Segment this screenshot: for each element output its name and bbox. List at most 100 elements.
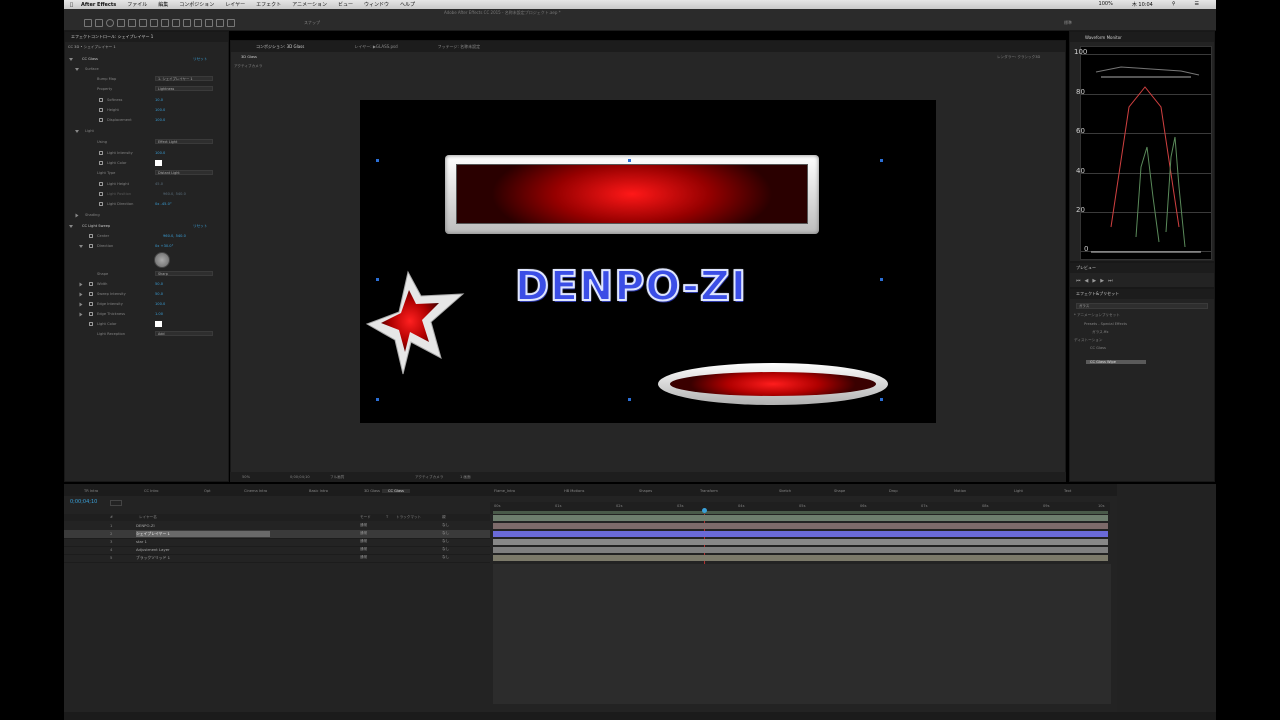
track-bar[interactable]: [493, 539, 1108, 545]
rotate-tool-icon[interactable]: [117, 19, 125, 27]
reset-cc-light-sweep[interactable]: リセット: [193, 224, 207, 229]
timeline-tab[interactable]: Opt: [204, 489, 211, 493]
star-shape[interactable]: [363, 268, 467, 376]
eraser-tool-icon[interactable]: [205, 19, 213, 27]
canvas-text-layer[interactable]: DENPO-ZI: [514, 261, 747, 311]
effects-item-selected[interactable]: CC Glass Wipe: [1086, 360, 1146, 364]
shape-select[interactable]: Sharp: [155, 271, 213, 276]
work-area-bar[interactable]: [493, 511, 1108, 514]
chevron-down-icon[interactable]: [75, 130, 79, 133]
edge-intensity-value[interactable]: 100.0: [155, 302, 165, 306]
layer-parent[interactable]: なし: [442, 555, 449, 560]
menu-effect[interactable]: エフェクト: [256, 1, 281, 8]
softness-value[interactable]: 10.0: [155, 98, 163, 102]
height-value[interactable]: 100.0: [155, 108, 165, 112]
timeline-tab[interactable]: Motion: [954, 489, 966, 493]
search-icon[interactable]: ⚲: [1172, 1, 1176, 8]
bump-map-select[interactable]: 1. シェイプレイヤー 1: [155, 76, 213, 81]
timeline-tab[interactable]: Drop: [889, 489, 898, 493]
timeline-tab[interactable]: Shapes: [639, 489, 652, 493]
time-ruler[interactable]: 00s 01s 02s 03s 04s 05s 06s 07s 08s 09s …: [490, 502, 1110, 514]
shape-tool-icon[interactable]: [150, 19, 158, 27]
camera-view[interactable]: アクティブカメラ: [415, 475, 443, 480]
property-select[interactable]: Lightness: [155, 86, 213, 91]
viewer-tab-label[interactable]: 3D Glass: [241, 55, 257, 59]
workspace-select[interactable]: 標準: [1064, 20, 1072, 26]
chevron-right-icon[interactable]: [79, 292, 83, 297]
light-color-swatch[interactable]: [155, 160, 162, 166]
stopwatch-icon[interactable]: [89, 244, 93, 248]
stopwatch-icon[interactable]: [99, 118, 103, 122]
bounding-handle[interactable]: [376, 398, 379, 401]
tab-effect-controls[interactable]: エフェクトコントロール: シェイプレイヤー 1: [71, 34, 153, 40]
timeline-tab[interactable]: 3D Glass: [364, 489, 380, 493]
timeline-tab[interactable]: Sketch: [779, 489, 791, 493]
snap-label[interactable]: スナップ: [304, 20, 320, 26]
menu-view[interactable]: ビュー: [338, 1, 353, 8]
edge-thickness-value[interactable]: 1.00: [155, 312, 163, 316]
track-bar[interactable]: [493, 547, 1108, 553]
timeline-tab-active[interactable]: CC Glass: [382, 489, 410, 493]
layer-parent[interactable]: なし: [442, 539, 449, 544]
chevron-right-icon[interactable]: [79, 282, 83, 287]
pen-tool-icon[interactable]: [161, 19, 169, 27]
tab-composition[interactable]: コンポジション: 3D Glass: [256, 44, 304, 50]
tab-footage[interactable]: フッテージ: 名称未設定: [438, 44, 481, 50]
timeline-search-input[interactable]: [110, 500, 122, 506]
stopwatch-icon[interactable]: [89, 312, 93, 316]
layer-name[interactable]: Adjustment Layer: [136, 547, 170, 552]
timeline-tab[interactable]: Shape: [834, 489, 845, 493]
bounding-handle[interactable]: [628, 398, 631, 401]
app-menu[interactable]: After Effects: [81, 2, 116, 8]
layer-name[interactable]: シェイプレイヤー 1: [136, 531, 270, 537]
list-icon[interactable]: ☰: [1195, 1, 1199, 8]
chevron-down-icon[interactable]: [69, 225, 73, 228]
reset-cc-glass[interactable]: リセット: [193, 57, 207, 62]
tab-effects-presets[interactable]: エフェクト&プリセット: [1076, 291, 1119, 297]
bounding-handle[interactable]: [376, 278, 379, 281]
using-select[interactable]: Effect Light: [155, 139, 213, 144]
sweep-light-color-swatch[interactable]: [155, 321, 162, 327]
menu-help[interactable]: ヘルプ: [400, 1, 415, 8]
layer-row[interactable]: 5 ブラックソリッド 1 通常 なし: [64, 554, 490, 563]
timeline-tab[interactable]: Text: [1064, 489, 1071, 493]
stopwatch-icon[interactable]: [99, 108, 103, 112]
displacement-value[interactable]: 100.0: [155, 118, 165, 122]
sweep-intensity-value[interactable]: 50.0: [155, 292, 163, 296]
menu-animation[interactable]: アニメーション: [292, 1, 327, 8]
timeline-tab[interactable]: TR Intro: [84, 489, 98, 493]
effects-item[interactable]: ガラス.ffx: [1092, 330, 1108, 335]
timeline-tab[interactable]: CC Intro: [144, 489, 159, 493]
layer-name[interactable]: star 1: [136, 539, 147, 544]
timeline-tab[interactable]: Basic Intro: [309, 489, 328, 493]
timeline-tab[interactable]: HB Motions: [564, 489, 584, 493]
menu-window[interactable]: ウィンドウ: [364, 1, 389, 8]
zoom-level[interactable]: 50%: [242, 475, 250, 479]
light-direction-value[interactable]: 0x -45.0°: [155, 202, 172, 206]
brush-tool-icon[interactable]: [183, 19, 191, 27]
light-height-value[interactable]: 45.0: [155, 182, 163, 186]
apple-icon[interactable]: : [70, 2, 73, 8]
light-type-select[interactable]: Distant Light: [155, 170, 213, 175]
timeline-tab[interactable]: Flame_Intro: [494, 489, 515, 493]
next-frame-icon[interactable]: ▶: [1100, 278, 1104, 284]
playhead-marker[interactable]: [702, 508, 707, 513]
glass-oval[interactable]: [658, 363, 888, 405]
bounding-handle[interactable]: [880, 398, 883, 401]
current-time[interactable]: 0;00;04;10: [290, 475, 310, 479]
stopwatch-icon[interactable]: [89, 234, 93, 238]
menu-file[interactable]: ファイル: [127, 1, 147, 8]
zoom-tool-icon[interactable]: [106, 19, 114, 27]
effects-item[interactable]: * アニメーションプリセット: [1074, 313, 1120, 318]
light-intensity-value[interactable]: 100.0: [155, 151, 165, 155]
timeline-timecode[interactable]: 0;00;04;10: [70, 499, 97, 505]
renderer-label[interactable]: レンダラー: クラシック3D: [997, 55, 1040, 60]
roto-tool-icon[interactable]: [216, 19, 224, 27]
layer-mode[interactable]: 通常: [360, 539, 367, 544]
hand-tool-icon[interactable]: [95, 19, 103, 27]
puppet-tool-icon[interactable]: [227, 19, 235, 27]
effects-search-input[interactable]: ガラス: [1076, 303, 1208, 309]
track-bar-selected[interactable]: [493, 531, 1108, 537]
layer-parent[interactable]: なし: [442, 547, 449, 552]
stopwatch-icon[interactable]: [89, 292, 93, 296]
